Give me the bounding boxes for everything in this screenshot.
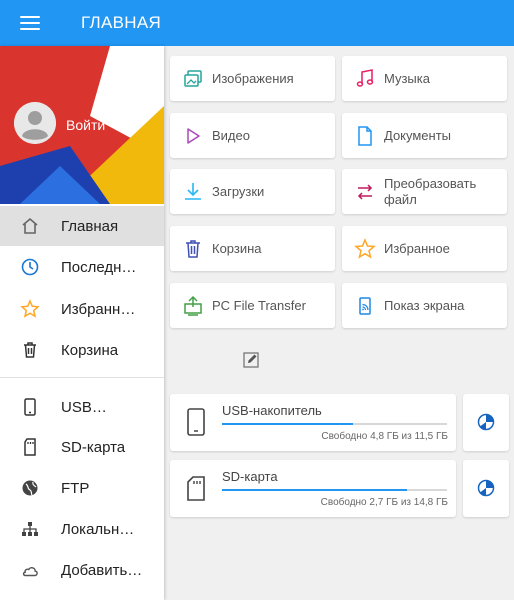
navigation-drawer: Войти Главная Последн… Избранн… Корзина … xyxy=(0,46,164,600)
nav-item-label: USB… xyxy=(61,398,107,416)
nav-item-label: Избранн… xyxy=(61,300,136,318)
trash-icon xyxy=(186,240,200,258)
storage-free-text: Свободно 2,7 ГБ из 14,8 ГБ xyxy=(320,497,448,508)
page-title: ГЛАВНАЯ xyxy=(81,13,162,32)
app-bar: ГЛАВНАЯ xyxy=(0,0,514,46)
nav-item-trash[interactable]: Корзина xyxy=(0,330,164,370)
nav-item-favorites[interactable]: Избранн… xyxy=(0,289,164,329)
category-pc-file-transfer[interactable]: PC File Transfer xyxy=(170,283,335,328)
clock-icon xyxy=(21,258,39,276)
category-label: Изображения xyxy=(212,70,294,86)
sd-card-icon xyxy=(187,476,205,501)
nav-item-local-network[interactable]: Локальн… xyxy=(0,509,164,549)
pc-transfer-icon xyxy=(184,295,202,316)
network-icon xyxy=(22,522,38,536)
category-label: Загрузки xyxy=(212,183,265,199)
storage-usage-fill xyxy=(222,423,353,425)
edit-icon[interactable] xyxy=(241,350,261,370)
storage-usb[interactable]: USB-накопитель Свободно 4,8 ГБ из 11,5 Г… xyxy=(170,394,456,451)
nav-item-home[interactable]: Главная xyxy=(0,206,164,246)
music-icon xyxy=(356,69,374,87)
category-label: Документы xyxy=(384,127,452,143)
convert-icon xyxy=(357,184,373,200)
nav-item-label: Последн… xyxy=(61,258,137,276)
nav-item-ftp[interactable]: FTP xyxy=(0,468,164,508)
category-favorites[interactable]: Избранное xyxy=(342,226,507,271)
category-label: Корзина xyxy=(212,240,262,256)
phone-icon xyxy=(24,398,36,416)
storage-usb-analyze-button[interactable] xyxy=(463,394,509,451)
globe-icon xyxy=(22,480,38,496)
star-icon xyxy=(20,299,40,318)
document-icon xyxy=(358,126,372,146)
pie-chart-icon xyxy=(477,413,495,431)
play-icon xyxy=(187,128,200,144)
pie-chart-icon xyxy=(477,479,495,497)
category-label: PC File Transfer xyxy=(212,297,306,313)
star-icon xyxy=(354,238,376,259)
nav-item-label: Локальн… xyxy=(61,520,135,538)
category-label: Преобразовать файл xyxy=(384,175,477,207)
storage-usage-fill xyxy=(222,489,407,491)
nav-item-usb[interactable]: USB… xyxy=(0,387,164,427)
login-link[interactable]: Войти xyxy=(66,117,105,133)
nav-item-recent[interactable]: Последн… xyxy=(0,247,164,287)
nav-item-label: Добавить… xyxy=(61,561,143,579)
drawer-divider xyxy=(0,377,164,378)
storage-usage-bar xyxy=(222,423,447,425)
storage-name: SD-карта xyxy=(222,469,278,484)
category-downloads[interactable]: Загрузки xyxy=(170,169,335,214)
category-label: Музыка xyxy=(384,70,430,86)
category-screen-cast[interactable]: Показ экрана xyxy=(342,283,507,328)
drawer-header: Войти xyxy=(0,46,164,204)
category-video[interactable]: Видео xyxy=(170,113,335,158)
nav-item-add-cloud[interactable]: Добавить… xyxy=(0,550,164,590)
home-icon xyxy=(22,217,38,234)
storage-sd-card[interactable]: SD-карта Свободно 2,7 ГБ из 14,8 ГБ xyxy=(170,460,456,517)
nav-item-label: SD-карта xyxy=(61,438,126,456)
category-label: Показ экрана xyxy=(384,297,465,313)
nav-item-label: Корзина xyxy=(61,341,119,359)
avatar[interactable] xyxy=(14,102,56,144)
storage-name: USB-накопитель xyxy=(222,403,322,418)
category-trash[interactable]: Корзина xyxy=(170,226,335,271)
category-music[interactable]: Музыка xyxy=(342,56,507,101)
hamburger-menu-icon[interactable] xyxy=(20,16,40,30)
category-label: Видео xyxy=(212,127,250,143)
category-label: Избранное xyxy=(384,240,450,256)
cloud-icon xyxy=(22,567,38,577)
category-convert-file[interactable]: Преобразовать файл xyxy=(342,169,507,214)
category-documents[interactable]: Документы xyxy=(342,113,507,158)
nav-item-label: FTP xyxy=(61,479,90,497)
account-circle-icon xyxy=(14,102,56,144)
images-icon xyxy=(184,70,202,87)
category-images[interactable]: Изображения xyxy=(170,56,335,101)
storage-free-text: Свободно 4,8 ГБ из 11,5 ГБ xyxy=(321,431,448,442)
storage-usage-bar xyxy=(222,489,447,491)
storage-sd-card-analyze-button[interactable] xyxy=(463,460,509,517)
nav-item-sd-card[interactable]: SD-карта xyxy=(0,427,164,467)
phone-icon xyxy=(187,408,205,436)
screen-cast-icon xyxy=(359,297,371,315)
download-icon xyxy=(185,183,201,200)
sd-card-icon xyxy=(24,438,36,456)
trash-icon xyxy=(24,342,36,358)
nav-item-label: Главная xyxy=(61,217,119,235)
